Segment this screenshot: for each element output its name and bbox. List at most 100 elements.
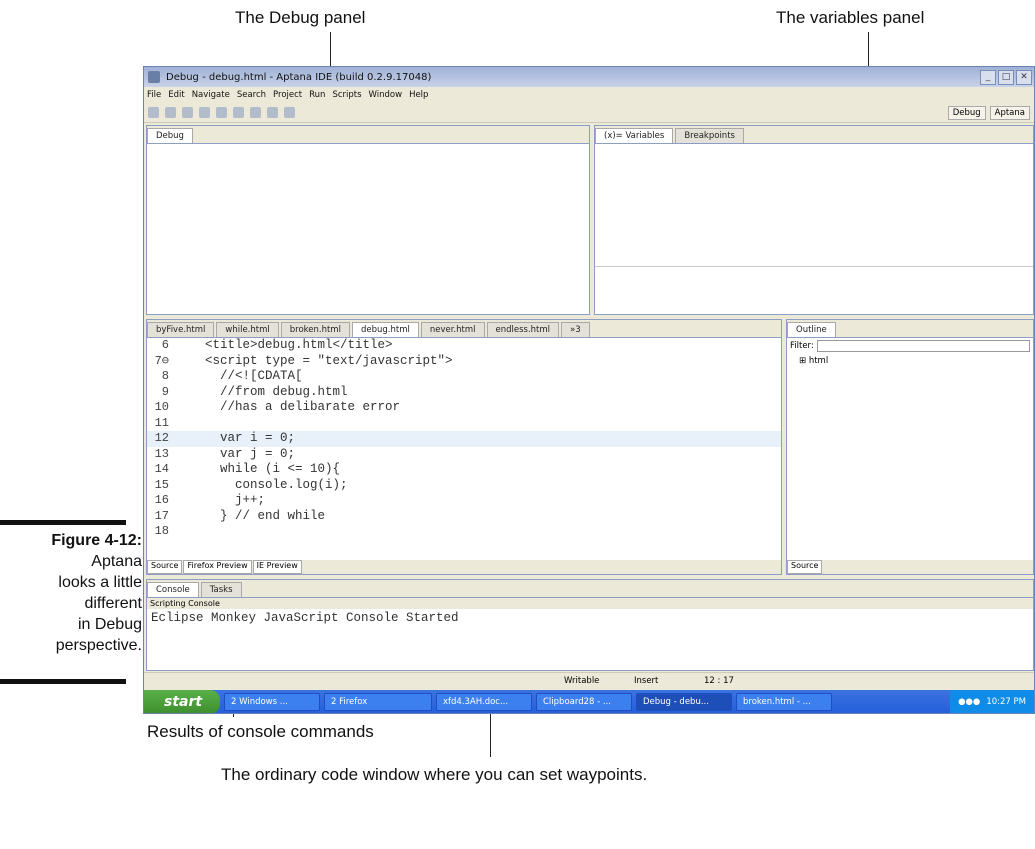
tab-while[interactable]: while.html bbox=[216, 322, 279, 337]
tab-debug[interactable]: Debug bbox=[147, 128, 193, 143]
console-tabs: Console Tasks bbox=[147, 580, 1033, 598]
subtab-source[interactable]: Source bbox=[147, 560, 183, 574]
print-icon[interactable] bbox=[182, 107, 193, 118]
tab-outline[interactable]: Outline bbox=[787, 322, 836, 337]
subtab-firefox-preview[interactable]: Firefox Preview bbox=[183, 560, 252, 574]
code-text: console.log(i); bbox=[175, 477, 348, 492]
code-line[interactable]: 7⊖ <script type = "text/javascript"> bbox=[147, 354, 781, 370]
title-bar: Debug - debug.html - Aptana IDE (build 0… bbox=[144, 67, 1034, 87]
close-button[interactable]: ✕ bbox=[1016, 69, 1032, 85]
line-number[interactable]: 15 bbox=[147, 478, 175, 494]
tab-overflow[interactable]: »3 bbox=[561, 322, 590, 337]
line-number[interactable]: 11 bbox=[147, 416, 175, 432]
tab-byfive[interactable]: byFive.html bbox=[147, 322, 215, 337]
code-line[interactable]: 9 //from debug.html bbox=[147, 385, 781, 401]
line-number[interactable]: 18 bbox=[147, 524, 175, 540]
code-line[interactable]: 18 bbox=[147, 524, 781, 540]
code-line[interactable]: 15 console.log(i); bbox=[147, 478, 781, 494]
tab-broken[interactable]: broken.html bbox=[280, 322, 350, 337]
tab-console[interactable]: Console bbox=[147, 582, 199, 597]
code-text: <title>debug.html</title> bbox=[175, 338, 393, 352]
caption-line: in Debug bbox=[77, 616, 142, 633]
outline-node[interactable]: ⊞ html bbox=[787, 354, 1033, 368]
menu-edit[interactable]: Edit bbox=[168, 90, 184, 100]
code-line[interactable]: 10 //has a delibarate error bbox=[147, 400, 781, 416]
line-number[interactable]: 14 bbox=[147, 462, 175, 478]
back-icon[interactable] bbox=[267, 107, 278, 118]
tab-tasks[interactable]: Tasks bbox=[200, 582, 242, 597]
code-line[interactable]: 6 <title>debug.html</title> bbox=[147, 338, 781, 354]
menu-project[interactable]: Project bbox=[273, 90, 302, 100]
line-number[interactable]: 6 bbox=[147, 338, 175, 354]
variables-panel: (x)= Variables Breakpoints bbox=[594, 125, 1034, 315]
menu-search[interactable]: Search bbox=[237, 90, 266, 100]
editor-panel: byFive.html while.html broken.html debug… bbox=[146, 319, 782, 575]
new-icon[interactable] bbox=[148, 107, 159, 118]
run-icon[interactable] bbox=[216, 107, 227, 118]
window-title: Debug - debug.html - Aptana IDE (build 0… bbox=[166, 71, 432, 83]
code-area[interactable]: 6 <title>debug.html</title> 7⊖ <script ty… bbox=[147, 338, 781, 556]
caption-line: Aptana bbox=[91, 553, 142, 570]
line-number[interactable]: 17 bbox=[147, 509, 175, 525]
menu-scripts[interactable]: Scripts bbox=[332, 90, 361, 100]
tab-never[interactable]: never.html bbox=[420, 322, 485, 337]
line-number[interactable]: 13 bbox=[147, 447, 175, 463]
menu-file[interactable]: File bbox=[147, 90, 161, 100]
code-line[interactable]: 13 var j = 0; bbox=[147, 447, 781, 463]
tray-icon[interactable]: ●●● bbox=[958, 697, 980, 707]
perspective-aptana[interactable]: Aptana bbox=[989, 105, 1030, 120]
tab-breakpoints[interactable]: Breakpoints bbox=[675, 128, 744, 143]
callout-variables-panel: The variables panel bbox=[776, 8, 925, 27]
taskbar-item[interactable]: Clipboard28 - ... bbox=[536, 693, 632, 711]
taskbar: start 2 Windows ... 2 Firefox xfd4.3AH.d… bbox=[144, 690, 1034, 713]
line-number[interactable]: 12 bbox=[147, 431, 175, 447]
code-line[interactable]: 12 var i = 0; bbox=[147, 431, 781, 447]
console-output: Eclipse Monkey JavaScript Console Starte… bbox=[151, 611, 459, 625]
minimize-button[interactable]: _ bbox=[980, 69, 996, 85]
callout-debug-panel: The Debug panel bbox=[235, 8, 366, 27]
start-button[interactable]: start bbox=[144, 690, 220, 713]
subtab-ie-preview[interactable]: IE Preview bbox=[252, 560, 302, 574]
code-line[interactable]: 14 while (i <= 10){ bbox=[147, 462, 781, 478]
main-toolbar: Debug Aptana bbox=[144, 103, 1034, 123]
code-line[interactable]: 11 bbox=[147, 416, 781, 432]
line-number[interactable]: 8 bbox=[147, 369, 175, 385]
line-number[interactable]: 9 bbox=[147, 385, 175, 401]
taskbar-item[interactable]: 2 Firefox bbox=[324, 693, 432, 711]
perspective-debug[interactable]: Debug bbox=[947, 105, 986, 120]
caption-line: different bbox=[84, 595, 142, 612]
save-icon[interactable] bbox=[165, 107, 176, 118]
debug-icon[interactable] bbox=[199, 107, 210, 118]
search-icon[interactable] bbox=[233, 107, 244, 118]
menu-navigate[interactable]: Navigate bbox=[192, 90, 230, 100]
code-line[interactable]: 16 j++; bbox=[147, 493, 781, 509]
code-text: var i = 0; bbox=[175, 431, 296, 445]
maximize-button[interactable]: □ bbox=[998, 69, 1014, 85]
tab-endless[interactable]: endless.html bbox=[486, 322, 560, 337]
taskbar-item[interactable]: 2 Windows ... bbox=[224, 693, 320, 711]
menu-run[interactable]: Run bbox=[309, 90, 325, 100]
status-insert: Insert bbox=[634, 676, 659, 686]
tab-debug-html[interactable]: debug.html bbox=[351, 322, 419, 337]
menu-help[interactable]: Help bbox=[409, 90, 428, 100]
outline-subtab-source[interactable]: Source bbox=[787, 560, 823, 574]
open-type-icon[interactable] bbox=[250, 107, 261, 118]
figure-caption: Figure 4-12: Aptana looks a little diffe… bbox=[2, 530, 142, 656]
line-number[interactable]: 10 bbox=[147, 400, 175, 416]
line-number[interactable]: 7⊖ bbox=[147, 354, 175, 370]
taskbar-item-active[interactable]: Debug - debu... bbox=[636, 693, 732, 711]
tab-variables[interactable]: (x)= Variables bbox=[595, 128, 674, 143]
code-text: //from debug.html bbox=[175, 384, 348, 399]
taskbar-item[interactable]: xfd4.3AH.doc... bbox=[436, 693, 532, 711]
code-text: } // end while bbox=[175, 508, 326, 523]
code-line[interactable]: 8 //<![CDATA[ bbox=[147, 369, 781, 385]
editor-tabs: byFive.html while.html broken.html debug… bbox=[147, 320, 781, 338]
debug-panel-tabs: Debug bbox=[147, 126, 589, 144]
taskbar-item[interactable]: broken.html - ... bbox=[736, 693, 832, 711]
line-number[interactable]: 16 bbox=[147, 493, 175, 509]
code-line[interactable]: 17 } // end while bbox=[147, 509, 781, 525]
menu-window[interactable]: Window bbox=[369, 90, 403, 100]
caption-line: perspective. bbox=[55, 637, 142, 654]
forward-icon[interactable] bbox=[284, 107, 295, 118]
filter-input[interactable] bbox=[816, 340, 1030, 352]
